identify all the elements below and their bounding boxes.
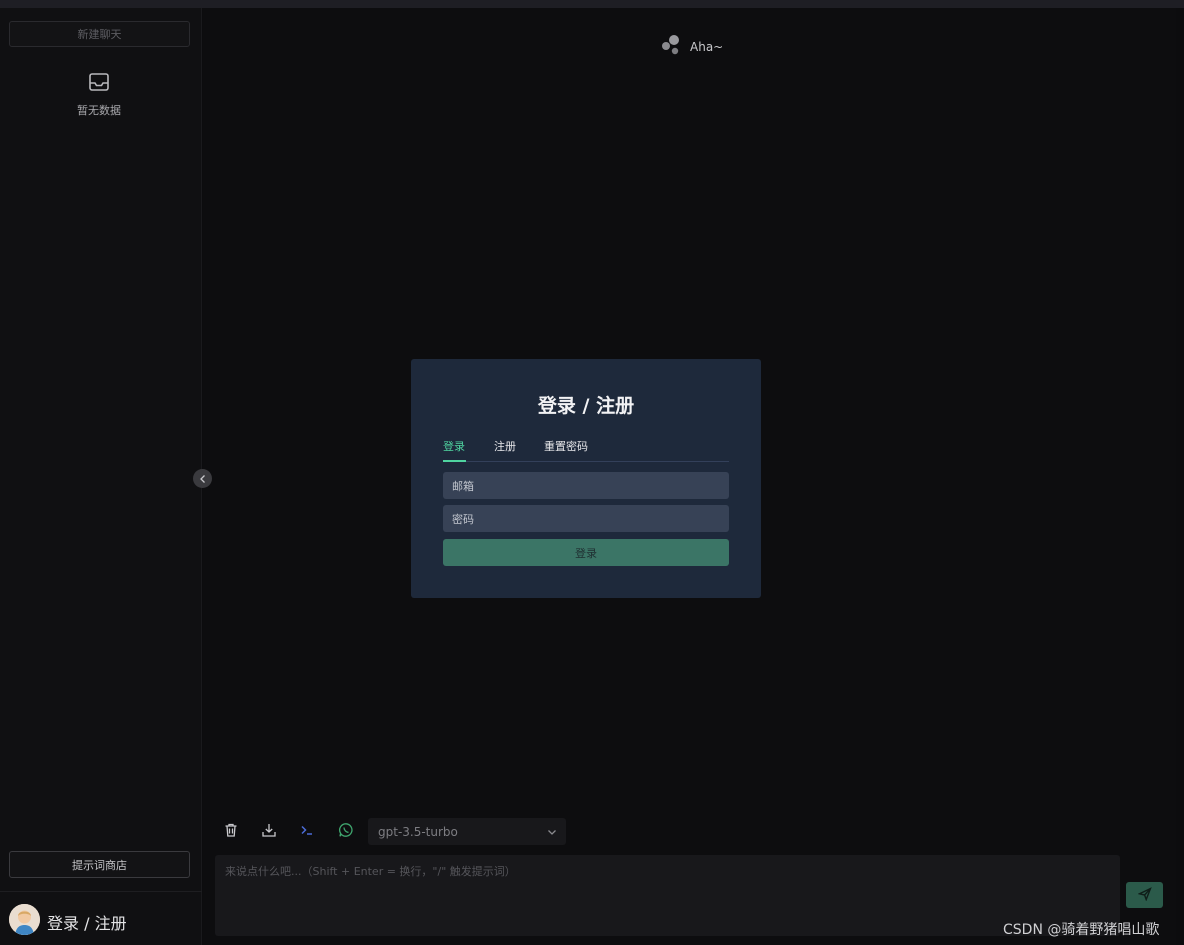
export-chat-button[interactable] — [260, 823, 278, 841]
prompt-store-button[interactable]: 提示词商店 — [9, 851, 190, 878]
user-area[interactable]: 登录 / 注册 — [0, 891, 202, 945]
whatsapp-icon — [338, 822, 354, 842]
new-chat-button[interactable]: 新建聊天 — [9, 21, 190, 47]
empty-state-text: 暂无数据 — [77, 104, 121, 117]
send-button[interactable] — [1126, 882, 1163, 908]
chevron-down-icon — [547, 826, 557, 840]
login-modal: 登录 / 注册 登录 注册 重置密码 邮箱 密码 登录 — [411, 359, 761, 598]
inbox-icon — [88, 72, 110, 96]
avatar[interactable] — [9, 904, 40, 935]
window-top-bar — [0, 0, 1184, 8]
logo-icon — [660, 34, 682, 60]
password-field[interactable]: 密码 — [443, 505, 729, 532]
clear-chat-button[interactable] — [222, 823, 240, 841]
terminal-icon — [299, 822, 315, 842]
empty-state: 暂无数据 — [60, 72, 138, 118]
watermark: CSDN @骑着野猪唱山歌 — [1003, 922, 1160, 938]
send-icon — [1136, 886, 1152, 905]
trash-icon — [223, 822, 239, 842]
model-select-value: gpt-3.5-turbo — [378, 824, 458, 839]
tab-login[interactable]: 登录 — [443, 438, 466, 462]
model-select[interactable]: gpt-3.5-turbo — [368, 818, 566, 845]
auth-tabs: 登录 注册 重置密码 — [443, 438, 729, 462]
brand-name: Aha~ — [690, 40, 724, 54]
sidebar: 新建聊天 暂无数据 提示词商店 登录 / 注册 — [0, 8, 202, 945]
whatsapp-button[interactable] — [337, 823, 355, 841]
tab-register[interactable]: 注册 — [494, 438, 516, 462]
download-icon — [261, 822, 277, 842]
chevron-left-icon — [198, 469, 208, 488]
brand: Aha~ — [660, 34, 723, 60]
login-submit-button[interactable]: 登录 — [443, 539, 729, 566]
tab-reset-password[interactable]: 重置密码 — [544, 438, 588, 462]
prompt-command-button[interactable] — [298, 823, 316, 841]
message-input[interactable]: 来说点什么吧...（Shift + Enter = 换行，"/" 触发提示词） — [215, 855, 1120, 936]
login-register-link[interactable]: 登录 / 注册 — [47, 910, 127, 934]
email-field[interactable]: 邮箱 — [443, 472, 729, 499]
modal-title: 登录 / 注册 — [537, 395, 635, 417]
collapse-sidebar-button[interactable] — [193, 469, 212, 488]
